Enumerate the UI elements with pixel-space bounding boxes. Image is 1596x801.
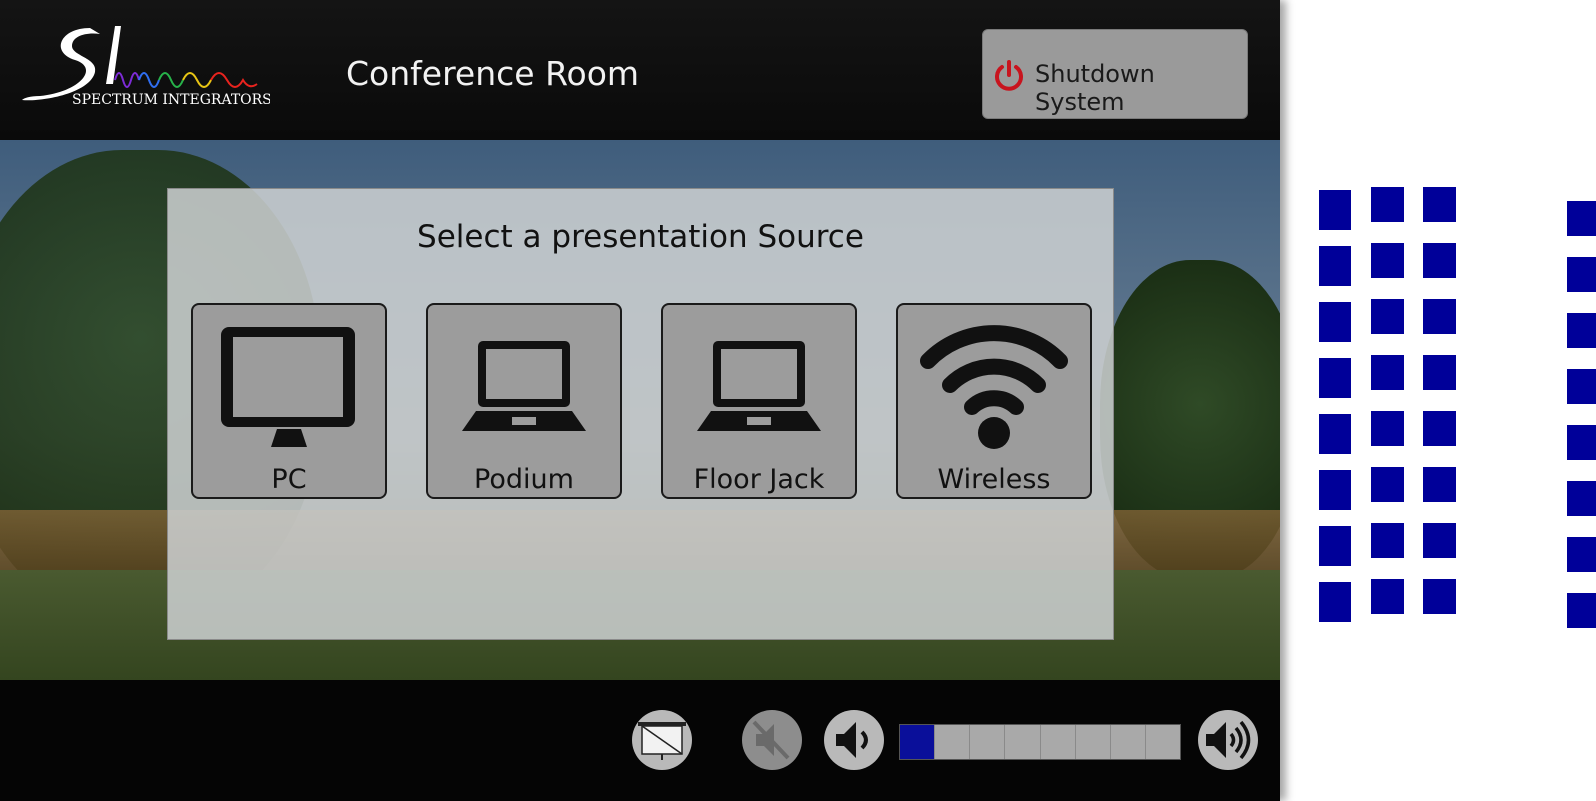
indicator-square	[1567, 425, 1596, 460]
volume-segment	[970, 725, 1006, 759]
indicator-square	[1371, 243, 1404, 278]
indicator-square	[1319, 190, 1351, 230]
screen-control-button[interactable]	[632, 710, 692, 770]
indicator-square	[1567, 481, 1596, 516]
indicator-square	[1371, 355, 1404, 390]
volume-segment	[1145, 725, 1180, 759]
volume-segment	[1040, 725, 1076, 759]
source-label: Wireless	[937, 464, 1051, 495]
volume-segment	[1005, 725, 1041, 759]
volume-segment	[935, 725, 971, 759]
indicator-square	[1319, 246, 1351, 286]
header-bar: SPECTRUM INTEGRATORS Conference Room Shu…	[0, 0, 1280, 140]
indicator-square	[1567, 593, 1596, 628]
speaker-mute-icon	[752, 720, 790, 760]
volume-segment	[1075, 725, 1111, 759]
laptop-icon	[462, 341, 586, 431]
indicator-square	[1371, 299, 1404, 334]
indicator-square	[1567, 201, 1596, 236]
mute-button[interactable]	[742, 710, 802, 770]
indicator-square	[1423, 243, 1456, 278]
projector-screen-icon	[638, 722, 686, 760]
indicator-square	[1423, 523, 1456, 558]
logo-text: SPECTRUM INTEGRATORS	[72, 92, 270, 108]
volume-up-button[interactable]	[1198, 710, 1258, 770]
indicator-square	[1371, 579, 1404, 614]
monitor-icon	[221, 327, 355, 447]
indicator-square	[1567, 313, 1596, 348]
indicator-square	[1423, 187, 1456, 222]
indicator-square	[1319, 526, 1351, 566]
indicator-square	[1423, 355, 1456, 390]
indicator-square	[1423, 411, 1456, 446]
volume-down-button[interactable]	[824, 710, 884, 770]
indicator-square	[1567, 257, 1596, 292]
source-button-pc[interactable]: PC	[191, 303, 387, 499]
volume-level-bar[interactable]	[899, 724, 1181, 760]
source-button-floor-jack[interactable]: Floor Jack	[661, 303, 857, 499]
indicator-square	[1319, 302, 1351, 342]
indicator-square	[1423, 579, 1456, 614]
indicator-square	[1319, 582, 1351, 622]
indicator-square	[1567, 537, 1596, 572]
indicator-square	[1567, 369, 1596, 404]
power-icon	[995, 60, 1023, 91]
wifi-icon	[920, 325, 1068, 449]
indicator-square	[1319, 358, 1351, 398]
source-label: PC	[271, 464, 307, 495]
source-selection-panel: Select a presentation Source PC Podium F…	[167, 188, 1114, 640]
indicator-square	[1371, 187, 1404, 222]
volume-down-icon	[836, 722, 868, 758]
source-panel-title: Select a presentation Source	[417, 219, 864, 255]
indicator-square	[1423, 299, 1456, 334]
indicator-square	[1371, 523, 1404, 558]
indicator-square	[1319, 414, 1351, 454]
volume-segment	[1110, 725, 1146, 759]
room-title: Conference Room	[346, 54, 640, 93]
indicator-square	[1371, 411, 1404, 446]
indicator-square	[1319, 470, 1351, 510]
source-button-wireless[interactable]: Wireless	[896, 303, 1092, 499]
touch-panel: SPECTRUM INTEGRATORS Conference Room Shu…	[0, 0, 1280, 801]
source-label: Floor Jack	[693, 464, 825, 495]
source-button-podium[interactable]: Podium	[426, 303, 622, 499]
volume-up-icon	[1206, 720, 1251, 760]
indicator-square	[1423, 467, 1456, 502]
laptop-icon	[697, 341, 821, 431]
shutdown-label: Shutdown System	[1035, 60, 1155, 116]
logo: SPECTRUM INTEGRATORS	[20, 22, 272, 112]
source-label: Podium	[474, 464, 574, 495]
shutdown-button[interactable]: Shutdown System	[982, 29, 1248, 119]
volume-segment	[900, 725, 936, 759]
indicator-square	[1371, 467, 1404, 502]
